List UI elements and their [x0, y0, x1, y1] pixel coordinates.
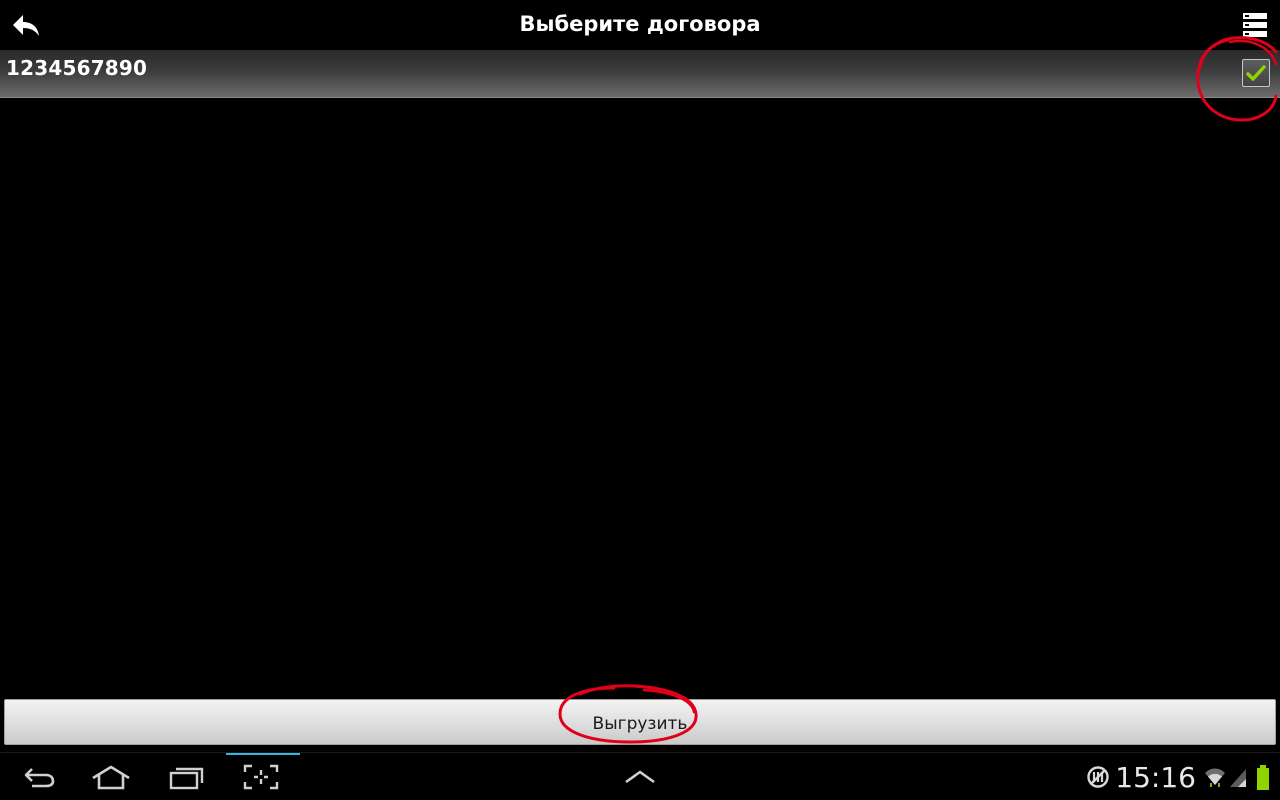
page-title: Выберите договора	[519, 12, 761, 36]
status-clock: 15:16	[1115, 761, 1196, 794]
nav-expand-button[interactable]	[605, 753, 675, 800]
back-arrow-icon	[13, 15, 39, 36]
system-navigation-bar: 15:16	[0, 752, 1280, 800]
back-icon	[24, 768, 55, 788]
contract-checkbox[interactable]	[1242, 59, 1270, 87]
no-sync-icon	[1086, 765, 1110, 789]
recent-apps-icon	[169, 767, 204, 790]
screenshot-icon	[243, 764, 279, 790]
signal-icon	[1228, 767, 1248, 789]
home-icon	[92, 765, 130, 790]
stacked-list-icon	[1243, 13, 1267, 37]
nav-recent-apps-button[interactable]	[152, 753, 222, 800]
action-bar: Выберите договора	[0, 0, 1280, 50]
nav-home-button[interactable]	[76, 753, 146, 800]
export-button[interactable]: Выгрузить	[4, 699, 1276, 745]
nav-screenshot-button[interactable]	[226, 753, 300, 800]
contract-list: 1234567890	[0, 50, 1280, 98]
chevron-up-icon	[625, 770, 655, 784]
battery-icon	[1256, 765, 1270, 791]
screen: Выберите договора 1234567890 Выгрузить 1…	[0, 0, 1280, 800]
back-button[interactable]	[6, 6, 46, 46]
nav-back-button[interactable]	[4, 753, 74, 800]
checkmark-icon	[1246, 65, 1266, 81]
list-item[interactable]: 1234567890	[0, 50, 1280, 98]
overflow-menu-button[interactable]	[1240, 10, 1270, 40]
wifi-icon	[1204, 765, 1226, 789]
contract-number: 1234567890	[6, 56, 148, 80]
